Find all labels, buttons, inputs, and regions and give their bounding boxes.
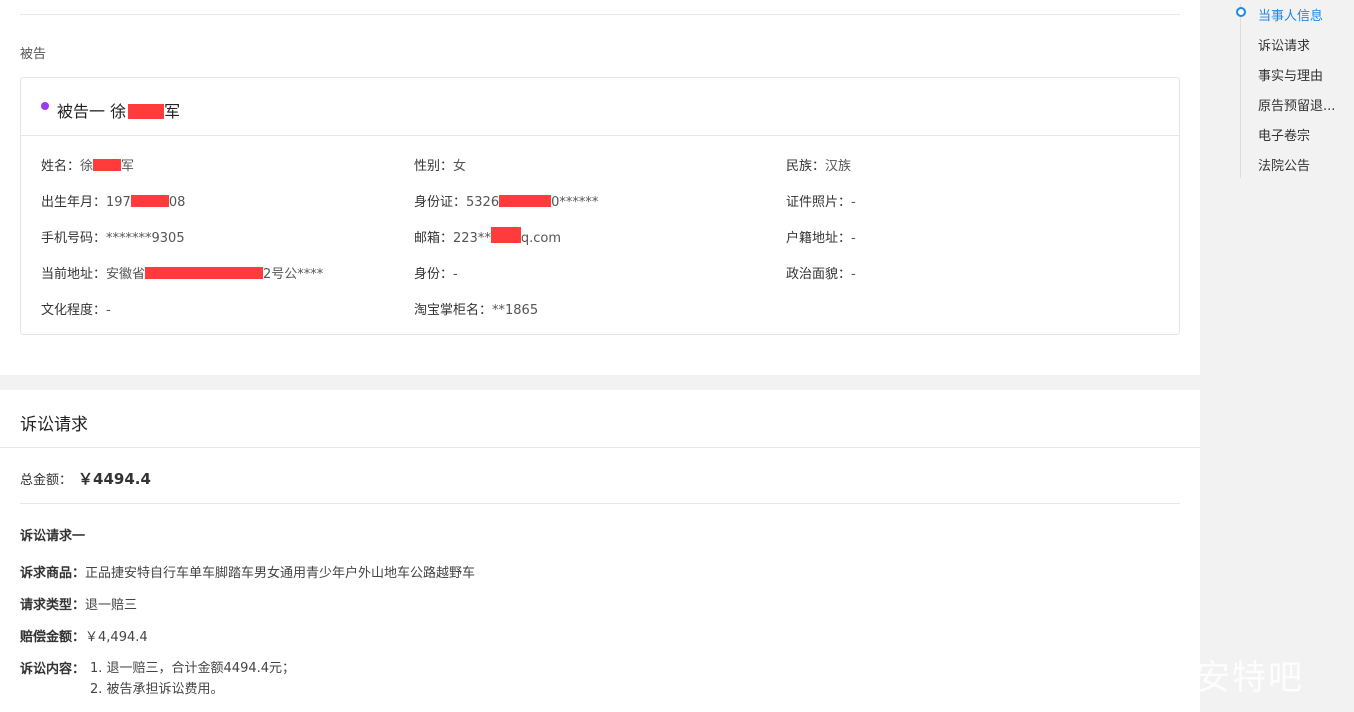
party-dot-icon — [41, 102, 49, 110]
field-email: 邮箱：223** q.com — [414, 227, 561, 246]
claim-goods: 诉求商品：正品捷安特自行车单车脚踏车男女通用青少年户外山地车公路越野车 — [20, 562, 475, 581]
field-birth-label: 出生年月： — [41, 195, 107, 210]
field-politics: 政治面貌：- — [786, 263, 856, 282]
field-photo-value: - — [851, 195, 856, 210]
field-email-value-pre: 223** — [453, 231, 491, 246]
field-email-label: 邮箱： — [414, 231, 454, 246]
field-identity: 身份：- — [414, 263, 458, 282]
field-id: 身份证：5326 0****** — [414, 191, 598, 210]
field-photo: 证件照片：- — [786, 191, 856, 210]
field-name-value-pre: 徐 — [80, 159, 94, 174]
field-education-value: - — [106, 303, 111, 318]
redaction-mark — [93, 159, 122, 171]
field-id-value-pre: 5326 — [466, 195, 500, 210]
claim-goods-label: 诉求商品： — [20, 566, 86, 581]
defendant-header: 被告一 徐 军 — [21, 78, 1179, 136]
field-shop: 淘宝掌柜名：**1865 — [414, 299, 538, 318]
active-marker-icon — [1236, 7, 1246, 17]
field-birth-value-post: 08 — [168, 195, 186, 210]
total-amount-label: 总金额： — [20, 473, 73, 488]
defendant-title: 被告一 徐 军 — [57, 98, 180, 122]
total-amount-value: ￥4494.4 — [78, 470, 151, 488]
defendant-title-suffix: 军 — [164, 102, 181, 121]
field-address-label: 当前地址： — [41, 267, 107, 282]
field-name: 姓名：徐 军 — [41, 155, 134, 174]
field-address: 当前地址：安徽省 2号公**** — [41, 263, 323, 282]
field-education: 文化程度：- — [41, 299, 111, 318]
claim-content-line: 1. 退一赔三，合计金额4494.4元； — [90, 661, 296, 676]
field-gender-value: 女 — [453, 159, 467, 174]
section-label-defendant: 被告 — [20, 47, 47, 62]
field-phone-label: 手机号码： — [41, 231, 107, 246]
redaction-mark — [490, 227, 521, 243]
field-phone: 手机号码：*******9305 — [41, 227, 185, 246]
field-shop-value: **1865 — [492, 303, 539, 318]
claim-title: 诉讼请求一 — [20, 529, 86, 544]
claim-type: 请求类型：退一赔三 — [20, 594, 137, 613]
nav-item-claims[interactable]: 诉讼请求 — [1258, 35, 1348, 54]
field-shop-label: 淘宝掌柜名： — [414, 303, 493, 318]
field-education-label: 文化程度： — [41, 303, 107, 318]
claim-content-line: 2. 被告承担诉讼费用。 — [90, 682, 224, 697]
field-hukou: 户籍地址：- — [786, 227, 856, 246]
claim-type-label: 请求类型： — [20, 598, 86, 613]
nav-item-facts[interactable]: 事实与理由 — [1258, 65, 1348, 84]
nav-item-plaintiff-reserved[interactable]: 原告预留退... — [1258, 95, 1348, 114]
field-name-label: 姓名： — [41, 159, 81, 174]
redaction-mark — [130, 195, 169, 207]
field-birth-value-pre: 197 — [106, 195, 131, 210]
nav-item-court-notice[interactable]: 法院公告 — [1258, 155, 1348, 174]
field-ethnic-label: 民族： — [786, 159, 826, 174]
field-gender: 性别：女 — [414, 155, 466, 174]
field-id-label: 身份证： — [414, 195, 467, 210]
field-ethnic-value: 汉族 — [825, 159, 852, 174]
redaction-mark — [499, 195, 552, 207]
field-identity-value: - — [453, 267, 458, 282]
watermark: 捷安特吧 — [1160, 658, 1304, 698]
field-hukou-value: - — [851, 231, 856, 246]
claim-content-label-row: 诉讼内容： — [20, 658, 85, 677]
claim-content-label: 诉讼内容： — [20, 662, 86, 677]
claims-title: 诉讼请求 — [20, 415, 88, 435]
field-birth: 出生年月：197 08 — [41, 191, 185, 210]
nav-item-e-dossier[interactable]: 电子卷宗 — [1258, 125, 1348, 144]
defendant-title-prefix: 被告一 徐 — [57, 102, 127, 121]
claim-compensation: 赔偿金额：￥4,494.4 — [20, 626, 148, 645]
field-identity-label: 身份： — [414, 267, 454, 282]
claim-compensation-label: 赔偿金额： — [20, 630, 86, 645]
field-hukou-label: 户籍地址： — [786, 231, 852, 246]
claim-compensation-value: ￥4,494.4 — [85, 630, 148, 645]
field-photo-label: 证件照片： — [786, 195, 852, 210]
claims-card: 诉讼请求 总金额： ￥4494.4 诉讼请求一 诉求商品：正品捷安特自行车单车脚踏… — [0, 390, 1200, 712]
party-info-card: 被告 被告一 徐军 姓名：徐军 性别：女 民族：汉族 出生年月：197 08 身份… — [0, 0, 1200, 375]
claim-type-value: 退一赔三 — [85, 598, 138, 613]
side-navigation: 当事人信息 诉讼请求 事实与理由 原告预留退... 电子卷宗 法院公告 — [1200, 0, 1354, 712]
field-politics-value: - — [851, 267, 856, 282]
watermark-logo-icon — [1105, 654, 1149, 698]
field-id-value-post: 0****** — [551, 195, 599, 210]
divider — [0, 447, 1200, 448]
claim-goods-value: 正品捷安特自行车单车脚踏车男女通用青少年户外山地车公路越野车 — [85, 566, 476, 581]
field-ethnic: 民族：汉族 — [786, 155, 851, 174]
nav-track — [1240, 4, 1241, 178]
field-gender-label: 性别： — [414, 159, 454, 174]
total-amount: 总金额： ￥4494.4 — [20, 468, 151, 489]
defendant-box: 被告一 徐军 姓名：徐军 性别：女 民族：汉族 出生年月：197 08 身份证：5… — [20, 77, 1180, 335]
field-email-value-post: q.com — [520, 231, 561, 246]
field-phone-value: *******9305 — [106, 231, 185, 246]
nav-item-party-info[interactable]: 当事人信息 — [1258, 5, 1348, 24]
redaction-mark — [145, 267, 264, 279]
divider — [20, 14, 1180, 15]
field-name-value-post: 军 — [121, 159, 135, 174]
redaction-mark — [128, 104, 165, 119]
field-politics-label: 政治面貌： — [786, 267, 852, 282]
field-address-value-pre: 安徽省 — [106, 267, 146, 282]
field-address-value-post: 2号公**** — [263, 267, 324, 282]
divider — [20, 503, 1180, 504]
claim-content: 1. 退一赔三，合计金额4494.4元； 2. 被告承担诉讼费用。 — [90, 658, 295, 700]
